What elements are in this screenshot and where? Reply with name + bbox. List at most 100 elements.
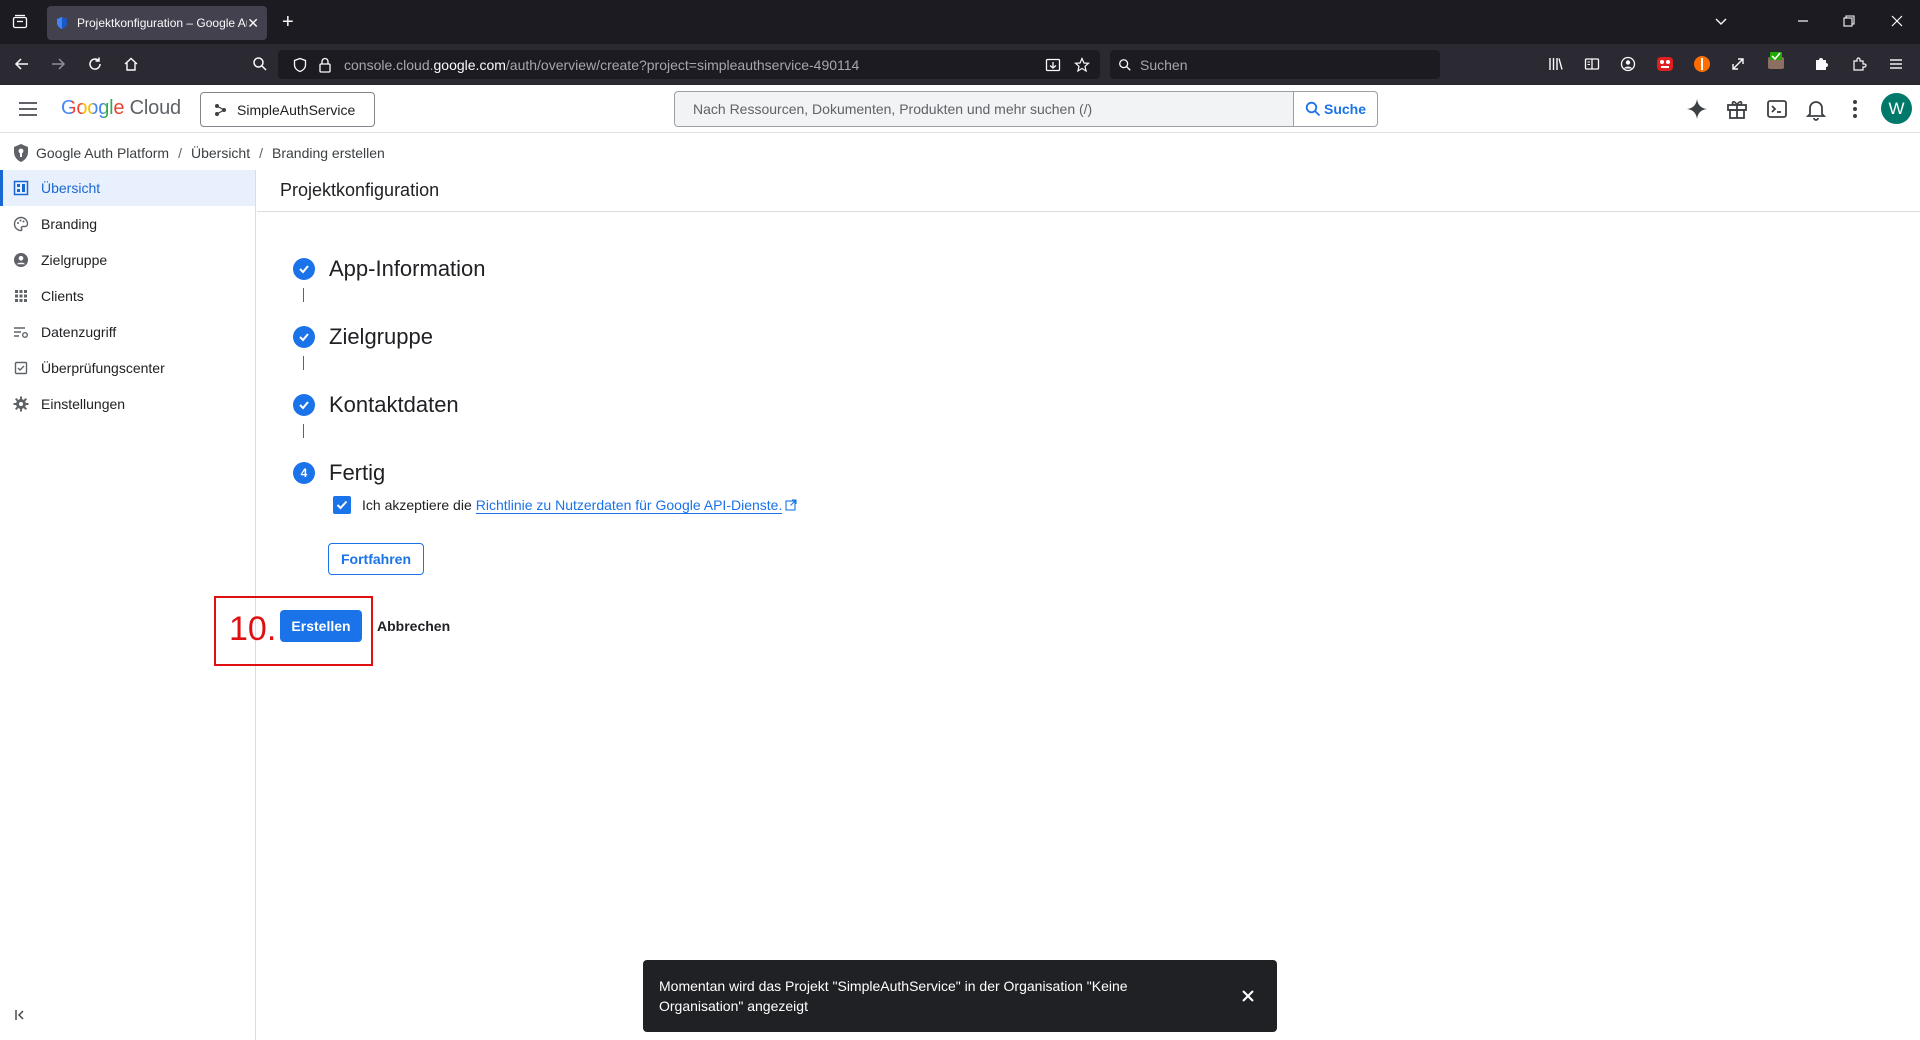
- gift-icon[interactable]: [1725, 97, 1749, 121]
- auth-platform-shield-icon: [12, 143, 30, 163]
- new-tab-icon[interactable]: +: [282, 11, 294, 34]
- search-icon[interactable]: [252, 56, 268, 72]
- sidebar-item-label: Überprüfungscenter: [41, 360, 165, 376]
- cloud-shell-terminal-icon[interactable]: [1765, 97, 1789, 121]
- extension-red-icon[interactable]: [1656, 55, 1674, 73]
- annotation-step-number: 10.: [229, 610, 277, 648]
- tracking-shield-icon[interactable]: [292, 57, 308, 73]
- consent-checkbox[interactable]: [333, 496, 351, 514]
- google-cloud-logo[interactable]: Google Cloud: [61, 97, 181, 120]
- forward-arrow-icon[interactable]: [50, 56, 66, 72]
- url-bar[interactable]: console.cloud.google.com/auth/overview/c…: [278, 50, 1100, 79]
- breadcrumb-separator: /: [178, 144, 182, 161]
- shield-favicon-icon: [55, 16, 69, 30]
- close-icon[interactable]: [1236, 984, 1260, 1008]
- consent-text: Ich akzeptiere die: [362, 497, 472, 513]
- extensions-icon[interactable]: [1851, 56, 1867, 72]
- external-link-icon[interactable]: [785, 499, 797, 511]
- console-search-input[interactable]: Nach Ressourcen, Dokumenten, Produkten u…: [674, 91, 1294, 127]
- sidebar-item-audience[interactable]: Zielgruppe: [0, 242, 255, 278]
- data-access-icon: [13, 324, 29, 340]
- snackbar: Momentan wird das Projekt "SimpleAuthSer…: [643, 960, 1277, 1032]
- more-vert-icon[interactable]: [1843, 97, 1867, 121]
- url-domain: google.com: [433, 56, 506, 73]
- tab-overview-icon[interactable]: [12, 14, 28, 30]
- cancel-button[interactable]: Abbrechen: [377, 610, 450, 642]
- step-connector: [303, 288, 304, 302]
- sidebar-item-settings[interactable]: Einstellungen: [0, 386, 255, 422]
- sidebar-item-branding[interactable]: Branding: [0, 206, 255, 242]
- user-data-policy-link[interactable]: Richtlinie zu Nutzerdaten für Google API…: [475, 497, 783, 514]
- sidebar-item-label: Datenzugriff: [41, 324, 117, 340]
- notifications-bell-icon[interactable]: [1804, 97, 1828, 121]
- extension-puzzle-icon[interactable]: [1813, 56, 1829, 72]
- step-finished[interactable]: 4 Fertig: [293, 460, 385, 486]
- search-button-label: Suche: [1323, 101, 1366, 117]
- install-app-icon[interactable]: [1045, 57, 1061, 73]
- project-name: SimpleAuthService: [237, 101, 356, 118]
- browser-search-field[interactable]: Suchen: [1110, 50, 1440, 79]
- search-field-icon: [1118, 58, 1132, 72]
- console-search-button[interactable]: Suche: [1293, 91, 1378, 127]
- logo-google-text: Google: [61, 97, 125, 119]
- sidebar-item-label: Übersicht: [41, 180, 101, 196]
- sidebar-item-label: Clients: [41, 288, 84, 304]
- create-button[interactable]: Erstellen: [280, 610, 362, 642]
- step-connector: [303, 356, 304, 370]
- apps-grid-icon: [13, 288, 29, 304]
- account-icon[interactable]: [1620, 56, 1636, 72]
- check-circle-icon: [293, 258, 315, 280]
- sidebar-item-label: Branding: [41, 216, 98, 232]
- menu-hamburger-icon[interactable]: [1888, 56, 1904, 72]
- step-audience[interactable]: Zielgruppe: [293, 324, 433, 350]
- nav-menu-icon[interactable]: [16, 97, 40, 121]
- url-prefix: console.cloud.: [344, 56, 434, 73]
- sidebar-item-overview[interactable]: Übersicht: [0, 170, 255, 206]
- console-search-placeholder: Nach Ressourcen, Dokumenten, Produkten u…: [693, 101, 1093, 117]
- reload-icon[interactable]: [87, 56, 103, 72]
- step-label: Zielgruppe: [329, 324, 433, 349]
- sidebar-item-clients[interactable]: Clients: [0, 278, 255, 314]
- step-app-information[interactable]: App-Information: [293, 256, 486, 282]
- account-avatar[interactable]: W: [1881, 93, 1912, 124]
- sidebar-item-data-access[interactable]: Datenzugriff: [0, 314, 255, 350]
- breadcrumb: Google Auth Platform / Übersicht / Brand…: [0, 134, 1920, 171]
- breadcrumb-item-overview[interactable]: Übersicht: [191, 145, 250, 161]
- dashboard-icon: [13, 180, 29, 196]
- search-magnifier-icon: [1305, 101, 1321, 117]
- palette-icon: [13, 216, 29, 232]
- sidebar-item-verification[interactable]: Überprüfungscenter: [0, 350, 255, 386]
- bookmark-star-icon[interactable]: [1074, 56, 1090, 73]
- tab-list-chevron-icon[interactable]: [1714, 14, 1728, 28]
- browser-tab[interactable]: Projektkonfiguration – Google Auth Platf…: [47, 6, 267, 40]
- restore-icon[interactable]: [1843, 15, 1855, 27]
- verification-icon: [13, 360, 29, 376]
- continue-button[interactable]: Fortfahren: [328, 543, 424, 575]
- sidebar-item-label: Einstellungen: [41, 396, 126, 412]
- lock-icon[interactable]: [318, 57, 332, 73]
- breadcrumb-item-platform[interactable]: Google Auth Platform: [36, 145, 169, 161]
- gemini-spark-icon[interactable]: [1685, 97, 1709, 121]
- check-circle-icon: [293, 326, 315, 348]
- account-circle-icon: [13, 252, 29, 268]
- project-picker-button[interactable]: SimpleAuthService: [200, 92, 375, 127]
- step-contact-data[interactable]: Kontaktdaten: [293, 392, 459, 418]
- home-icon[interactable]: [123, 56, 139, 72]
- project-hub-icon: [213, 103, 227, 117]
- resize-arrows-icon[interactable]: [1730, 56, 1746, 72]
- browser-tab-bar: Projektkonfiguration – Google Auth Platf…: [0, 0, 1920, 44]
- collapse-sidebar-icon[interactable]: [14, 1008, 28, 1022]
- step-label: Fertig: [329, 460, 386, 485]
- back-arrow-icon[interactable]: [14, 56, 30, 72]
- step-label: App-Information: [329, 256, 486, 281]
- extension-orange-icon[interactable]: [1693, 55, 1711, 73]
- tab-close-icon[interactable]: ✕: [247, 15, 259, 32]
- window-close-icon[interactable]: [1890, 14, 1904, 28]
- extension-green-icon[interactable]: [1767, 51, 1785, 71]
- reader-view-icon[interactable]: [1584, 56, 1600, 72]
- consent-row: Ich akzeptiere die Richtlinie zu Nutzerd…: [333, 496, 797, 514]
- logo-cloud-text: Cloud: [129, 97, 181, 119]
- sidebar-item-label: Zielgruppe: [41, 252, 108, 268]
- minimize-icon[interactable]: [1796, 14, 1810, 28]
- library-icon[interactable]: [1548, 56, 1564, 72]
